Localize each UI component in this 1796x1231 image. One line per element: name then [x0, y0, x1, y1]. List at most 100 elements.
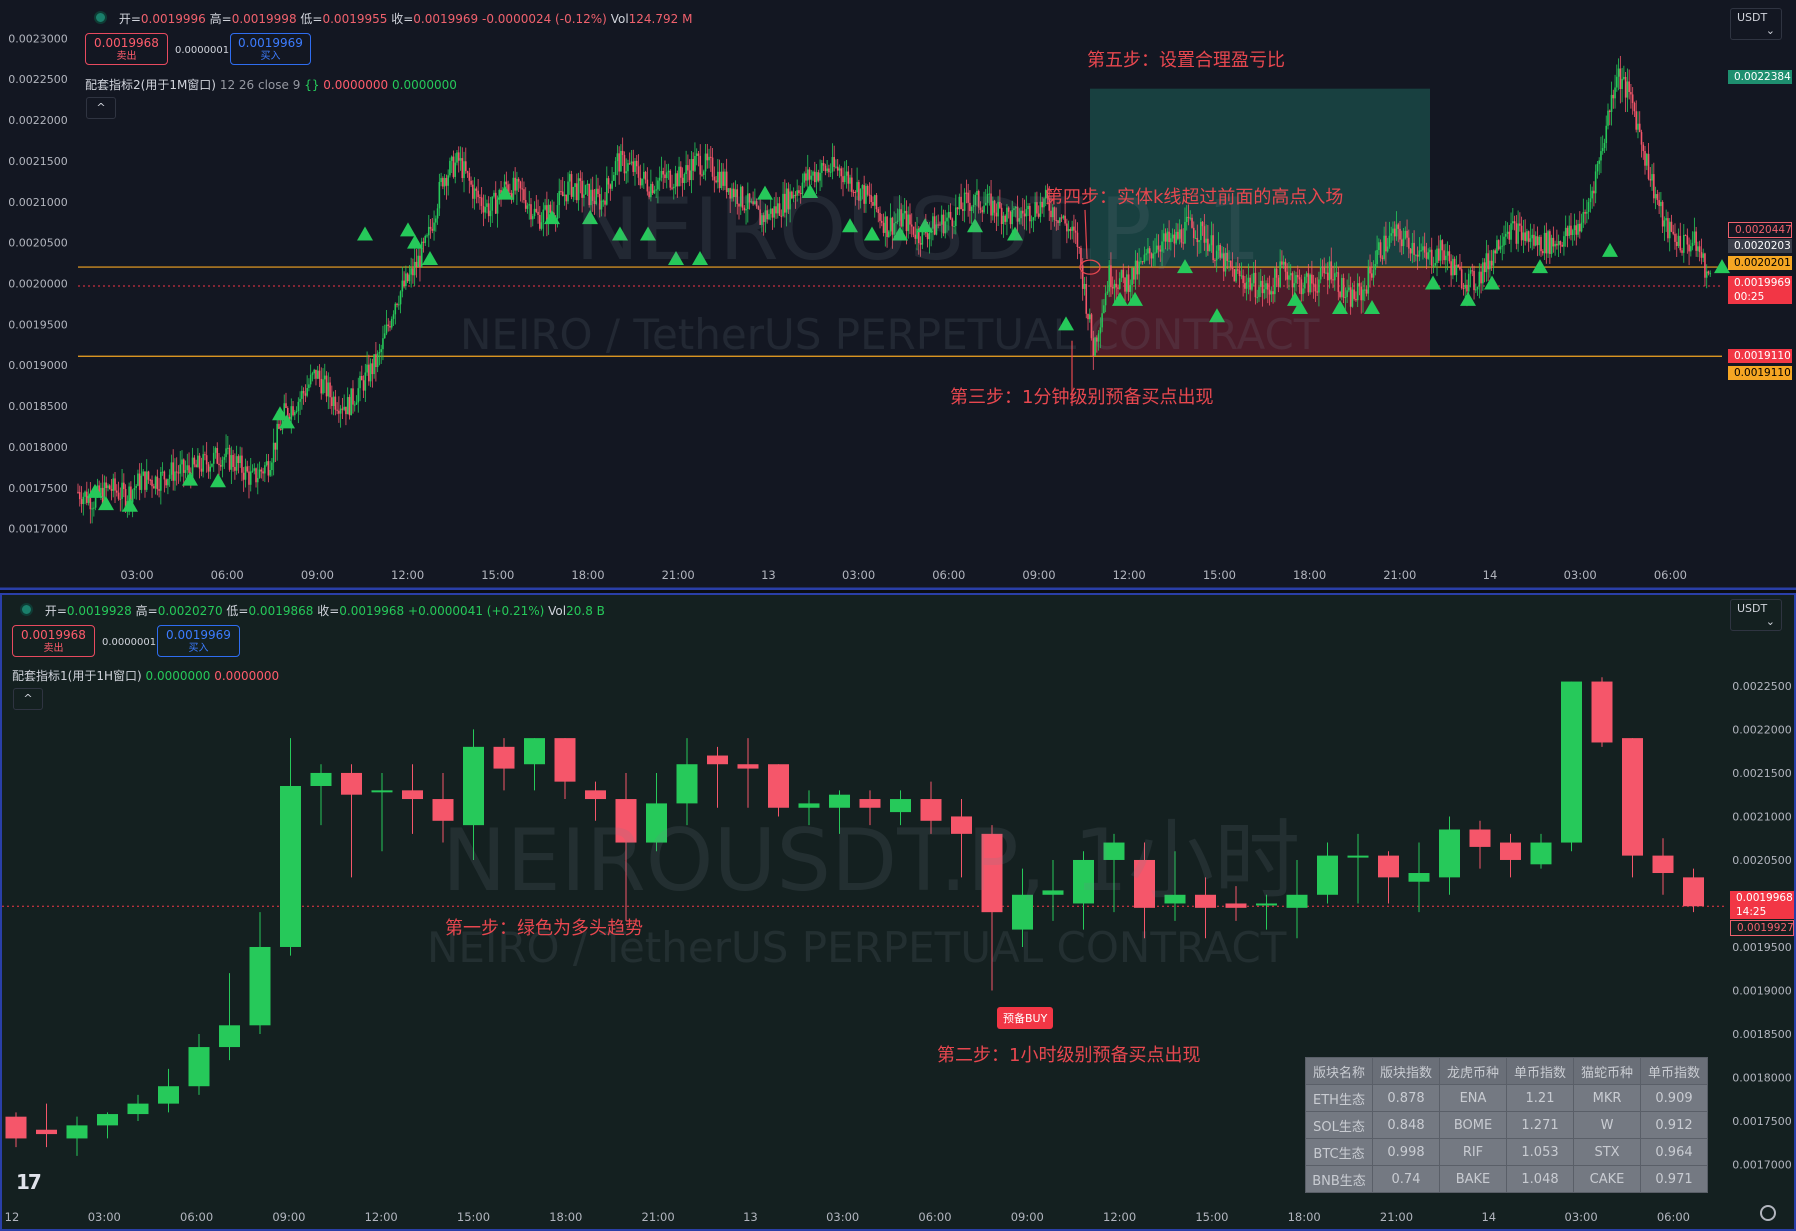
- buy-tag: 预备BUY: [997, 1007, 1054, 1029]
- candle-body: [97, 1114, 118, 1126]
- candle-body: [369, 363, 372, 382]
- candle-body: [1265, 283, 1267, 290]
- candle-body: [549, 204, 552, 213]
- sell-button[interactable]: 0.0019968 卖出: [12, 625, 95, 657]
- candle-body: [1422, 246, 1424, 251]
- candle-body: [195, 464, 197, 468]
- candle-body: [699, 155, 702, 175]
- candle-body: [309, 374, 312, 385]
- candle-body: [1623, 76, 1625, 79]
- candle-body: [1259, 280, 1262, 287]
- candle-body: [1318, 279, 1320, 293]
- x-tick-label: 12:00: [365, 1210, 398, 1224]
- candle-body: [475, 188, 478, 191]
- candle-body: [1561, 681, 1582, 843]
- candle-body: [1591, 190, 1593, 199]
- indicator-legend[interactable]: 配套指标1(用于1H窗口) 0.0000000 0.0000000: [12, 667, 279, 684]
- candle-body: [1538, 236, 1541, 246]
- candle-body: [1367, 267, 1370, 294]
- candle-body: [1679, 235, 1682, 251]
- buy-button[interactable]: 0.0019969 买入: [157, 625, 240, 657]
- candle-body: [1400, 239, 1403, 247]
- indicator-legend[interactable]: 配套指标2(用于1M窗口) 12 26 close 9 {} 0.0000000…: [85, 76, 457, 93]
- x-tick-label: 03:00: [842, 568, 875, 582]
- candle-body: [472, 184, 474, 199]
- x-tick-label: 12: [5, 1210, 20, 1224]
- sell-button[interactable]: 0.0019968 卖出: [85, 33, 168, 65]
- candle-body: [1619, 68, 1622, 89]
- candle-body: [1291, 273, 1294, 288]
- candle-body: [1326, 272, 1329, 281]
- candle-body: [1402, 238, 1405, 247]
- candle-body: [1665, 218, 1667, 221]
- candle-body: [242, 472, 245, 480]
- candle-body: [323, 375, 326, 380]
- tradingview-logo[interactable]: 17: [16, 1170, 42, 1194]
- candle-body: [260, 469, 263, 472]
- candle-body: [1462, 288, 1465, 290]
- candle-body: [376, 353, 379, 368]
- candle-body: [412, 268, 414, 276]
- table-cell: 0.74: [1372, 1165, 1440, 1193]
- candle-body: [1683, 877, 1704, 907]
- collapse-button[interactable]: ^: [13, 688, 43, 710]
- candle-body: [828, 168, 830, 173]
- x-tick-label: 09:00: [301, 568, 334, 582]
- candle-body: [1436, 248, 1438, 264]
- candle-body: [1457, 264, 1459, 267]
- currency-selector[interactable]: USDT ⌄: [1730, 599, 1782, 631]
- y-tick-label: 0.0022000: [1732, 723, 1792, 736]
- candle-body: [105, 482, 108, 488]
- note-step1: 第一步：绿色为多头趋势: [445, 918, 643, 939]
- collapse-button[interactable]: ^: [86, 97, 116, 119]
- candle-body: [297, 401, 300, 412]
- x-tick-label: 03:00: [88, 1210, 121, 1224]
- candle-body: [66, 1125, 88, 1139]
- candle-body: [1653, 174, 1655, 199]
- candle-body: [1651, 174, 1653, 181]
- candle-body: [1321, 266, 1324, 268]
- candle-body: [1409, 248, 1412, 254]
- candle-body: [438, 181, 441, 209]
- currency-selector[interactable]: USDT ⌄: [1730, 8, 1782, 40]
- candle-body: [1520, 225, 1523, 241]
- table-cell: 0.998: [1372, 1138, 1440, 1166]
- y-tick-label: 0.0018000: [8, 441, 68, 454]
- candle-body: [482, 205, 485, 213]
- candle-body: [1578, 223, 1581, 232]
- candle-body: [207, 464, 210, 472]
- candle-body: [316, 370, 319, 379]
- candle-body: [1406, 230, 1408, 238]
- note-step2: 第二步：1小时级别预备买点出现: [937, 1045, 1201, 1066]
- candle-body: [127, 1103, 149, 1115]
- candle-body: [249, 471, 252, 485]
- x-tick-label: 15:00: [1195, 1210, 1228, 1224]
- gear-icon[interactable]: [1760, 1205, 1776, 1221]
- candle-body: [1356, 283, 1359, 301]
- candle-body: [36, 1129, 57, 1135]
- candle-body: [110, 489, 113, 491]
- table-header-cell: 版块指数: [1372, 1057, 1440, 1085]
- candle-body: [1360, 286, 1363, 301]
- candle-body: [447, 175, 449, 186]
- x-tick-label: 03:00: [120, 568, 153, 582]
- table-cell: W: [1573, 1111, 1641, 1139]
- price-label-high: 0.0020447: [1728, 222, 1792, 238]
- y-tick-label: 0.0019500: [1732, 941, 1792, 954]
- candle-body: [1307, 273, 1310, 293]
- chart-pane-1m[interactable]: 0.0023000 0.0022500 0.0022000 0.0021500 0.00…: [0, 0, 1796, 590]
- candle-body: [1256, 297, 1259, 299]
- y-tick-label: 0.0020000: [8, 278, 68, 291]
- candle-body: [223, 457, 226, 460]
- table-cell: 1.21: [1506, 1084, 1574, 1112]
- buy-button[interactable]: 0.0019969 买入: [230, 33, 311, 65]
- candle-body: [565, 194, 568, 202]
- candle-body: [1566, 227, 1569, 236]
- candle-body: [422, 241, 425, 243]
- table-header-cell: 版块名称: [1305, 1057, 1373, 1085]
- candle-body: [660, 171, 663, 178]
- x-tick-label: 21:00: [1380, 1210, 1413, 1224]
- candle-body: [1580, 222, 1583, 232]
- candle-body: [535, 208, 538, 212]
- candle-body: [364, 372, 367, 391]
